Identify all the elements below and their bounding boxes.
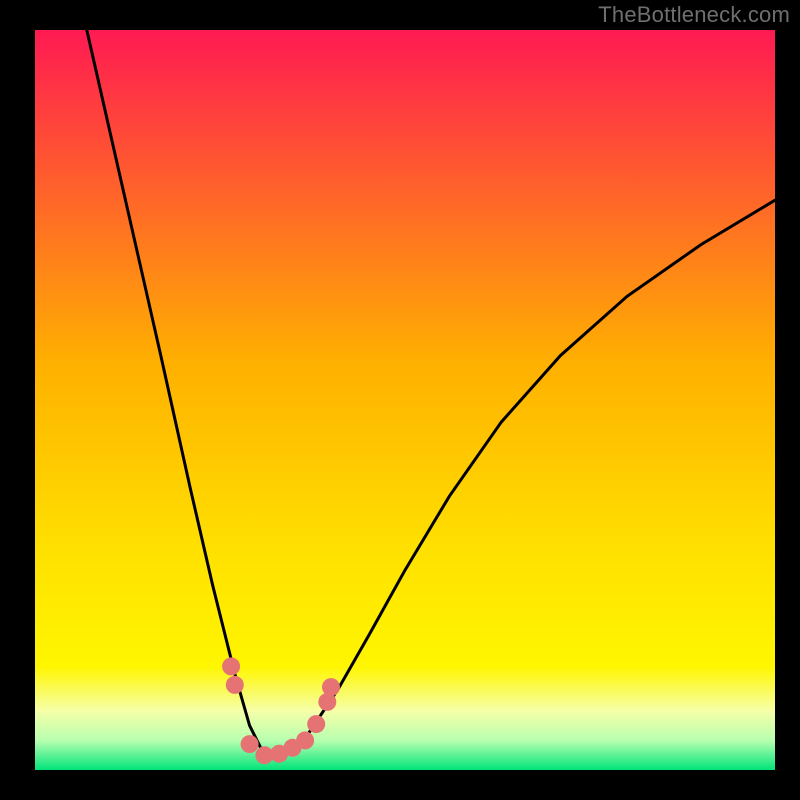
chart-frame: { "watermark": "TheBottleneck.com", "col… [0,0,800,800]
bottleneck-chart [0,0,800,800]
highlight-dot [226,676,244,694]
highlight-dot [296,731,314,749]
highlight-dot [241,735,259,753]
highlight-dot [307,715,325,733]
highlight-dot [222,657,240,675]
plot-background [35,30,775,770]
highlight-dot [322,678,340,696]
watermark-text: TheBottleneck.com [598,2,790,28]
